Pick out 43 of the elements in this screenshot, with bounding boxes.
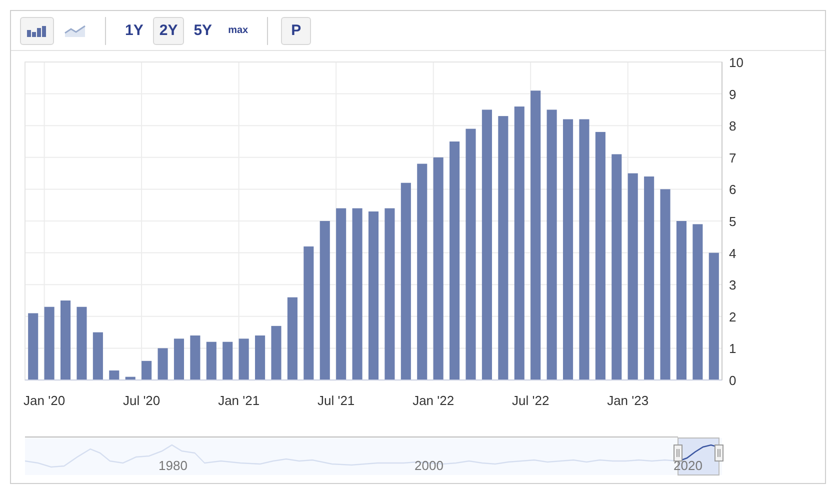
year-label: 1980 (158, 458, 188, 473)
x-axis-label: Jul '21 (318, 393, 355, 408)
x-axis-label: Jan '23 (607, 393, 649, 408)
y-axis-label: 1 (729, 341, 736, 356)
bar-chart-button[interactable] (20, 16, 54, 44)
bar (174, 338, 184, 380)
y-axis-label: 10 (729, 55, 744, 70)
y-axis-label: 6 (729, 182, 736, 198)
x-axis-label: Jan '20 (24, 393, 66, 408)
range-button[interactable]: 5Y (188, 16, 218, 44)
bar-chart-icon (26, 24, 48, 36)
bar (190, 335, 200, 380)
y-axis-label: 9 (729, 86, 736, 102)
line-chart-icon (64, 24, 86, 38)
bar (222, 342, 233, 380)
x-axis-label: Jul '22 (512, 393, 550, 408)
bar (142, 360, 152, 380)
y-axis-label: 5 (729, 214, 736, 229)
y-axis-label: 3 (729, 278, 736, 293)
bar (92, 332, 103, 380)
bar (206, 342, 216, 380)
p-button[interactable]: P (281, 16, 312, 44)
range-handle[interactable] (674, 444, 682, 462)
x-axis-label: Jan '22 (412, 393, 454, 408)
bar (109, 370, 120, 380)
bar (125, 376, 136, 380)
y-axis-label: 0 (729, 373, 736, 388)
x-axis-label: Jul '20 (122, 393, 160, 408)
year-label: 2020 (674, 458, 702, 473)
x-axis-label: Jan '21 (218, 393, 260, 408)
y-axis-label: 7 (729, 150, 736, 166)
bar (255, 335, 266, 380)
bar (158, 348, 168, 380)
y-axis-label: 4 (729, 246, 736, 261)
year-label: 2000 (414, 458, 444, 473)
bar (271, 326, 282, 380)
range-button[interactable]: max (222, 16, 254, 44)
range-handle[interactable] (714, 444, 724, 462)
bar (28, 313, 38, 380)
y-axis-label: 2 (729, 309, 736, 324)
range-button[interactable]: 2Y (153, 16, 184, 44)
range-button[interactable]: 1Y (119, 16, 150, 44)
y-axis-label: 8 (729, 118, 736, 134)
